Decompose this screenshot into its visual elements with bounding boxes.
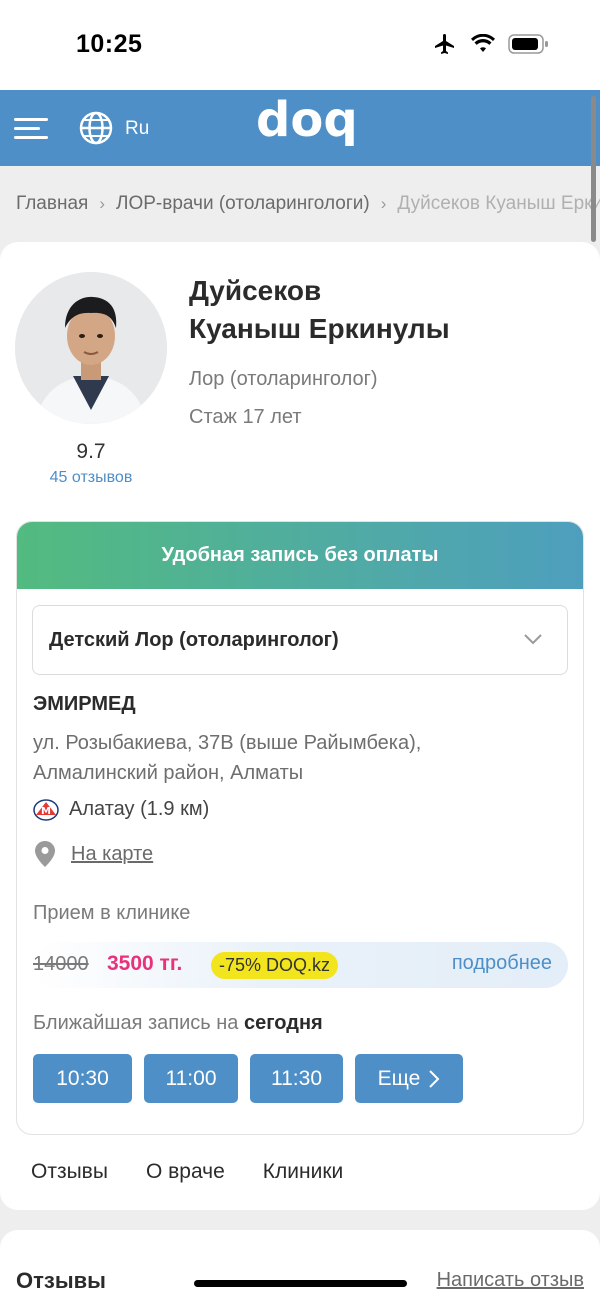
app-header: Ru doq	[0, 90, 600, 166]
more-slots-button[interactable]: Еще	[355, 1054, 463, 1103]
doctor-surname: Дуйсеков	[189, 275, 322, 306]
time-slot-button[interactable]: 10:30	[33, 1054, 132, 1103]
airplane-icon	[435, 34, 454, 54]
language-selector[interactable]: Ru	[125, 118, 149, 140]
doq-logo[interactable]: doq	[256, 98, 366, 152]
specialty-select[interactable]: Детский Лор (отоларинголог)	[32, 605, 568, 675]
time-slot-button[interactable]: 11:00	[144, 1054, 238, 1103]
doctor-specialty: Лор (отоларинголог)	[189, 368, 378, 390]
old-price: 14000	[33, 953, 89, 975]
doctor-card: 9.7 45 отзывов Дуйсеков Куаныш Еркинулы …	[0, 242, 600, 1210]
price-row: 14000 3500 тг. -75% DOQ.kz подробнее	[33, 942, 568, 988]
tab-reviews[interactable]: Отзывы	[31, 1160, 108, 1184]
svg-text:M: M	[41, 806, 51, 817]
home-indicator[interactable]	[194, 1280, 407, 1287]
status-icons	[432, 32, 550, 56]
reviews-title: Отзывы	[16, 1268, 106, 1293]
reception-type: Прием в клинике	[33, 902, 191, 924]
doctor-experience: Стаж 17 лет	[189, 406, 302, 428]
time-slots: 10:30 11:00 11:30 Еще	[33, 1054, 463, 1103]
nearest-appointment: Ближайшая запись на сегодня	[33, 1012, 323, 1035]
nearest-day: сегодня	[243, 1012, 323, 1034]
battery-icon	[508, 34, 548, 54]
chevron-down-icon	[524, 634, 542, 645]
chevron-right-icon	[429, 1069, 440, 1088]
globe-icon[interactable]	[78, 110, 114, 146]
wifi-icon	[471, 34, 495, 52]
scrollbar-thumb[interactable]	[591, 96, 596, 242]
map-row[interactable]: На карте	[35, 841, 153, 867]
doctor-photo	[15, 272, 167, 424]
new-price: 3500 тг.	[107, 952, 183, 975]
breadcrumb-current: Дуйсеков Куаныш Еркинулы	[397, 193, 600, 214]
chevron-right-icon: ›	[99, 194, 105, 213]
price-details-link[interactable]: подробнее	[452, 952, 552, 975]
map-pin-icon	[35, 841, 55, 867]
reviews-count-link[interactable]: 45 отзывов	[15, 469, 167, 487]
metro-icon: M	[33, 798, 59, 821]
discount-badge: -75% DOQ.kz	[211, 952, 339, 979]
doctor-name: Дуйсеков Куаныш Еркинулы	[189, 272, 450, 348]
breadcrumb-home[interactable]: Главная	[16, 193, 88, 215]
doctor-rating: 9.7	[76, 440, 106, 463]
metro-station: Алатау (1.9 км)	[69, 798, 210, 820]
booking-banner: Удобная запись без оплаты	[17, 522, 583, 589]
svg-text:doq: doq	[256, 98, 358, 148]
nearest-prefix: Ближайшая запись на	[33, 1012, 239, 1034]
time-slot-button[interactable]: 11:30	[250, 1054, 343, 1103]
doctor-tabs: Отзывы О враче Клиники	[31, 1160, 343, 1184]
reviews-section: Отзывы Написать отзыв	[0, 1230, 600, 1300]
write-review-link[interactable]: Написать отзыв	[437, 1269, 584, 1292]
status-time: 10:25	[76, 30, 143, 58]
more-slots-label: Еще	[377, 1066, 421, 1090]
map-link[interactable]: На карте	[71, 843, 153, 866]
specialty-select-value: Детский Лор (отоларинголог)	[49, 628, 339, 651]
metro-row: M Алатау (1.9 км)	[33, 798, 209, 821]
breadcrumb-category[interactable]: ЛОР-врачи (отоларингологи)	[116, 193, 370, 215]
clinic-address: ул. Розыбакиева, 37В (выше Райымбека), А…	[33, 732, 422, 784]
menu-icon[interactable]	[14, 114, 48, 142]
clinic-name[interactable]: ЭМИРМЕД	[33, 693, 136, 716]
chevron-right-icon: ›	[380, 194, 387, 213]
doctor-given-names: Куаныш Еркинулы	[189, 313, 450, 344]
breadcrumb: Главная › ЛОР-врачи (отоларингологи) › Д…	[0, 166, 600, 242]
tab-about-doctor[interactable]: О враче	[146, 1160, 225, 1184]
doctor-avatar	[15, 272, 167, 424]
tab-clinics[interactable]: Клиники	[263, 1160, 343, 1184]
status-bar: 10:25	[0, 0, 600, 90]
booking-box: Удобная запись без оплаты Детский Лор (о…	[16, 521, 584, 1135]
